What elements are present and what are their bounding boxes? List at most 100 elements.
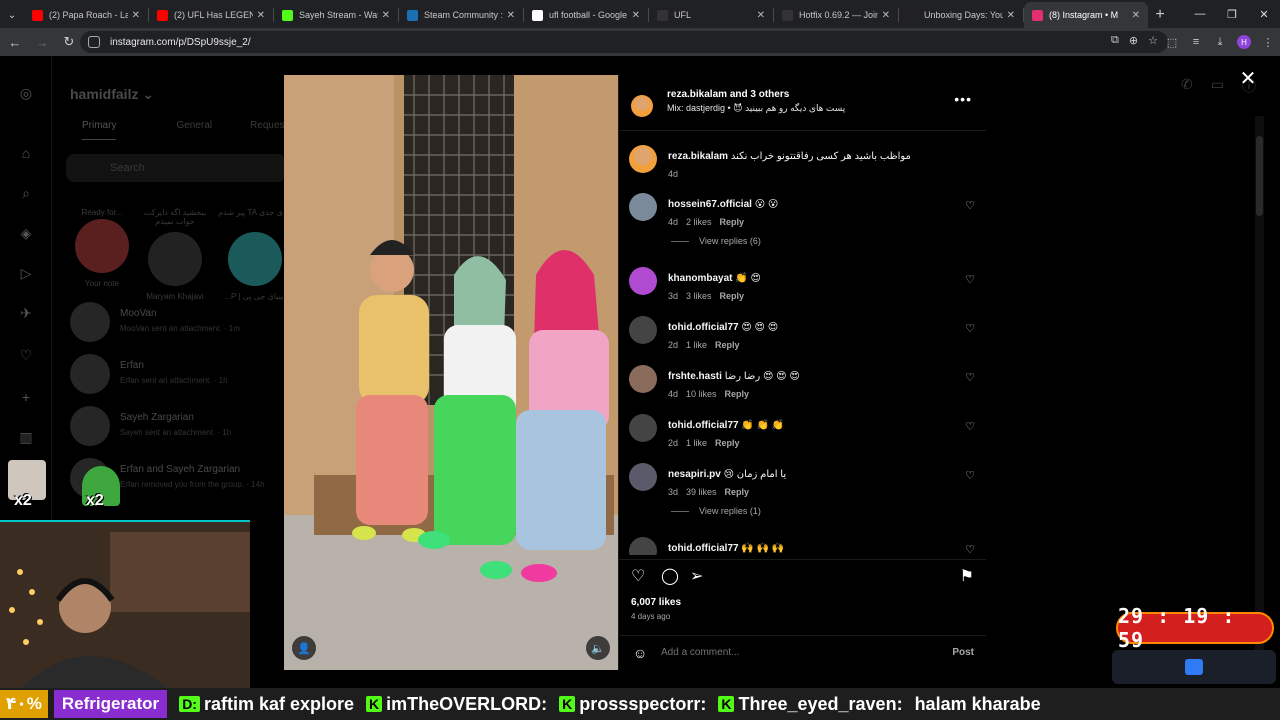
home-icon[interactable]: ⌂ [17, 144, 35, 162]
browser-tab[interactable]: (8) Instagram • M ✕ [1024, 2, 1148, 28]
bookmark-star-icon[interactable]: ☆ [1148, 34, 1158, 47]
dm-thread[interactable]: MooVan MooVan sent an attachment. · 1m [70, 302, 290, 352]
comment-user[interactable]: nesapiri.pv [668, 469, 721, 480]
reply-button[interactable]: Reply [720, 217, 745, 227]
browser-tab[interactable]: UFL ✕ [649, 2, 773, 28]
comment-likes[interactable]: 1 like [686, 438, 707, 448]
comment-user[interactable]: khanombayat [668, 273, 732, 284]
comment-user[interactable]: hossein67.official [668, 199, 752, 210]
comment-like-icon[interactable]: ♡ [965, 273, 975, 286]
post-comment-button[interactable]: Post [952, 647, 974, 658]
tab-close-icon[interactable]: ✕ [1007, 10, 1015, 21]
likes-count[interactable]: 6,007 likes [631, 597, 681, 608]
avatar[interactable] [629, 145, 657, 173]
avatar[interactable] [629, 316, 657, 344]
address-bar[interactable]: instagram.com/p/DSpU9ssje_2/ ⧉ ⊕ ☆ [80, 31, 1168, 53]
notifications-icon[interactable]: ♡ [17, 346, 35, 364]
create-icon[interactable]: + [17, 388, 35, 406]
zoom-icon[interactable]: ⊕ [1129, 34, 1138, 47]
comment-user[interactable]: tohid.official77 [668, 543, 739, 554]
avatar[interactable] [629, 267, 657, 295]
tab-close-icon[interactable]: ✕ [1132, 10, 1140, 21]
profile-avatar[interactable]: H [1237, 35, 1251, 49]
messages-icon[interactable]: ✈ [17, 304, 35, 322]
scrollbar-thumb[interactable] [1256, 136, 1263, 216]
view-replies-label[interactable]: View replies (1) [699, 506, 761, 516]
tab-close-icon[interactable]: ✕ [132, 10, 140, 21]
back-icon[interactable]: ← [3, 30, 27, 54]
cast-icon[interactable]: ⧉ [1111, 34, 1119, 47]
comment-user[interactable]: frshte.hasti [668, 371, 722, 382]
instagram-logo-icon[interactable]: ◎ [17, 84, 35, 102]
note-item[interactable]: ببخشید اگه دایرکت جواب نمیدم Maryam Khaj… [138, 208, 212, 301]
comment-likes[interactable]: 39 likes [686, 487, 717, 497]
browser-tab[interactable]: Sayeh Stream - Watch ✕ [274, 2, 398, 28]
avatar[interactable] [629, 463, 657, 491]
reply-button[interactable]: Reply [725, 487, 750, 497]
tab-close-icon[interactable]: ✕ [257, 10, 265, 21]
tab-close-icon[interactable]: ✕ [632, 10, 640, 21]
menu-kebab-icon[interactable]: ⋮ [1256, 30, 1280, 54]
browser-tab[interactable]: (2) Papa Roach - Last ✕ [24, 2, 148, 28]
more-options-icon[interactable]: ••• [954, 91, 972, 107]
dm-thread[interactable]: Sayeh Zargarian Sayeh sent an attachment… [70, 406, 290, 456]
comment-like-icon[interactable]: ♡ [965, 371, 975, 384]
tab-close-icon[interactable]: ✕ [882, 10, 890, 21]
like-icon[interactable]: ♡ [631, 566, 645, 586]
maximize-icon[interactable]: ❐ [1216, 0, 1248, 28]
browser-tab[interactable]: (2) UFL Has LEGENDS ✕ [149, 2, 273, 28]
tab-close-icon[interactable]: ✕ [757, 10, 765, 21]
close-icon[interactable]: ✕ [1236, 66, 1260, 90]
close-window-icon[interactable]: ✕ [1248, 0, 1280, 28]
comment-like-icon[interactable]: ♡ [965, 322, 975, 335]
browser-tab[interactable]: ufl football - Google ✕ [524, 2, 648, 28]
browser-tab[interactable]: Steam Community :: H ✕ [399, 2, 523, 28]
extensions-icon[interactable]: ⬚ [1160, 30, 1184, 54]
coauthors-link[interactable]: and 3 others [730, 89, 789, 100]
site-info-icon[interactable] [88, 36, 100, 48]
comments-list[interactable]: reza.bikalam مواظب باشید هر کسی رفاقتتون… [619, 135, 986, 555]
comment-icon[interactable]: ◯ [661, 566, 679, 586]
note-item[interactable]: پیر شدم TA جدی جدی ...P | اینیای جی پی [218, 208, 292, 301]
post-audio[interactable]: Mix: dastjerdig • 😈 پست های دیگه رو هم ب… [667, 103, 845, 114]
reply-button[interactable]: Reply [725, 389, 750, 399]
comment-likes[interactable]: 3 likes [686, 291, 712, 301]
forward-icon[interactable]: → [30, 30, 54, 54]
comment-like-icon[interactable]: ♡ [965, 469, 975, 482]
tab-close-icon[interactable]: ✕ [382, 10, 390, 21]
search-icon[interactable]: ⌕ [17, 184, 35, 202]
reload-icon[interactable]: ↻ [57, 30, 81, 54]
view-replies-button[interactable]: View replies (6) [671, 236, 761, 246]
inbox-search-input[interactable]: Search [66, 154, 286, 182]
comment-likes[interactable]: 10 likes [686, 389, 717, 399]
url-text[interactable]: instagram.com/p/DSpU9ssje_2/ [110, 37, 251, 48]
page-scrollbar[interactable] [1255, 116, 1264, 676]
video-call-icon[interactable]: ▭ [1211, 76, 1224, 96]
tab-general[interactable]: General [176, 120, 212, 140]
avatar[interactable] [629, 414, 657, 442]
author-name[interactable]: reza.bikalam [667, 89, 727, 100]
comment-input[interactable] [661, 647, 921, 658]
emoji-icon[interactable]: ☺ [633, 645, 647, 661]
avatar[interactable] [629, 193, 657, 221]
save-icon[interactable]: ⚑ [960, 566, 974, 586]
post-authors[interactable]: reza.bikalam and 3 others [667, 89, 789, 100]
tab-search-icon[interactable]: ⌄ [0, 2, 24, 28]
comment-user[interactable]: tohid.official77 [668, 420, 739, 431]
author-avatar[interactable] [631, 95, 653, 117]
comment-like-icon[interactable]: ♡ [965, 543, 975, 555]
reply-button[interactable]: Reply [720, 291, 745, 301]
view-replies-button[interactable]: View replies (1) [671, 506, 761, 516]
minimize-icon[interactable]: — [1184, 0, 1216, 28]
avatar[interactable] [629, 537, 657, 555]
dm-thread[interactable]: Erfan Erfan sent an attachment. · 1h [70, 354, 290, 404]
comment-user[interactable]: tohid.official77 [668, 322, 739, 333]
inbox-username[interactable]: hamidfailz ⌄ [70, 86, 154, 103]
dashboard-icon[interactable]: ▥ [17, 428, 35, 446]
comment-user[interactable]: reza.bikalam [668, 151, 728, 162]
explore-icon[interactable]: ◈ [17, 224, 35, 242]
reels-icon[interactable]: ▷ [17, 264, 35, 282]
reply-button[interactable]: Reply [715, 438, 740, 448]
comment-likes[interactable]: 1 like [686, 340, 707, 350]
browser-tab[interactable]: Unboxing Days: Your ✕ [899, 2, 1023, 28]
